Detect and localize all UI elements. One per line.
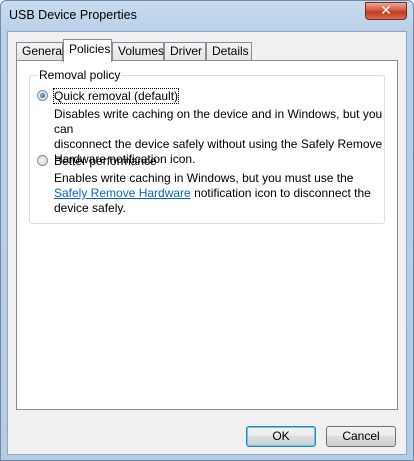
better-performance-label[interactable]: Better performance xyxy=(54,154,157,168)
policies-panel: Removal policy Quick removal (default) D… xyxy=(16,60,398,410)
description-line-with-link: Safely Remove Hardware notification icon… xyxy=(54,186,384,201)
description-line: device safely. xyxy=(54,201,126,215)
close-button[interactable]: ✕ xyxy=(365,2,407,20)
close-icon: ✕ xyxy=(380,2,392,18)
title-bar[interactable]: USB Device Properties ✕ xyxy=(1,1,413,31)
description-line: Enables write caching in Windows, but yo… xyxy=(54,171,354,185)
ok-button[interactable]: OK xyxy=(246,426,316,447)
tab-volumes[interactable]: Volumes xyxy=(112,42,164,61)
dialog-client-area: General Policies Volumes Driver Details … xyxy=(7,31,407,455)
better-performance-radio[interactable] xyxy=(37,155,48,166)
removal-policy-group: Removal policy Quick removal (default) D… xyxy=(29,68,385,224)
cancel-button[interactable]: Cancel xyxy=(326,426,396,447)
description-link-suffix: notification icon to disconnect the xyxy=(190,186,371,200)
window-title: USB Device Properties xyxy=(9,8,137,22)
quick-removal-label[interactable]: Quick removal (default) xyxy=(52,88,180,104)
safely-remove-hardware-link[interactable]: Safely Remove Hardware xyxy=(54,186,191,200)
quick-removal-radio[interactable] xyxy=(37,90,48,101)
tab-details[interactable]: Details xyxy=(206,42,252,61)
better-performance-description: Enables write caching in Windows, but yo… xyxy=(54,171,384,216)
tab-driver[interactable]: Driver xyxy=(164,42,206,61)
tab-general[interactable]: General xyxy=(16,42,65,61)
tab-policies[interactable]: Policies xyxy=(63,39,112,62)
description-line: Disables write caching on the device and… xyxy=(54,107,383,136)
group-label: Removal policy xyxy=(38,68,122,82)
properties-window: USB Device Properties ✕ General Policies… xyxy=(0,0,414,461)
description-line: disconnect the device safely without usi… xyxy=(54,137,383,151)
